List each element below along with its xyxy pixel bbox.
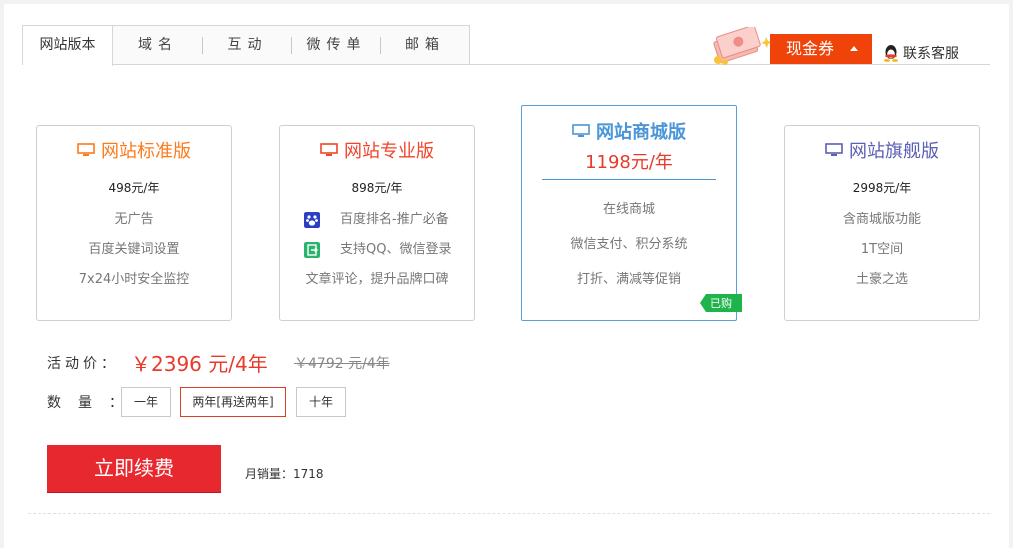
tab-label: 互动 (227, 37, 268, 53)
plan-card-professional[interactable]: 网站专业版 898元/年 百度排名-推广必备 支持QQ、微信登录 文章评论，提升… (279, 125, 475, 321)
plan-price: 1198元/年 (585, 152, 673, 173)
login-icon (304, 242, 320, 258)
coupon-money-icon (713, 27, 772, 65)
plan-card-flagship[interactable]: 网站旗舰版 2998元/年 含商城版功能 1T空间 土豪之选 (784, 125, 980, 321)
plan-feature: 无广告 (114, 212, 154, 227)
plan-card-standard[interactable]: 网站标准版 498元/年 无广告 百度关键词设置 7x24小时安全监控 (36, 125, 232, 321)
plan-feature: 百度排名-推广必备 (280, 205, 474, 235)
coupon-label: 现金券 (786, 39, 835, 58)
tab-label: 微传单 (306, 37, 367, 53)
quantity-option-two-years[interactable]: 两年[再送两年] (180, 387, 286, 417)
tab-label: 域名 (138, 37, 178, 53)
contact-support-link[interactable]: 联系客服 (883, 43, 959, 63)
computer-icon (320, 143, 338, 156)
plan-feature: 百度关键词设置 (88, 242, 180, 257)
computer-icon (825, 143, 843, 156)
plan-price: 498元/年 (108, 181, 160, 195)
plan-feature: 含商城版功能 (842, 212, 921, 227)
baidu-paw-icon (304, 212, 320, 228)
quantity-option-one-year[interactable]: 一年 (121, 387, 171, 417)
renew-now-button[interactable]: 立即续费 (47, 445, 221, 493)
coupon-button[interactable]: 现金券 (770, 34, 872, 64)
tab-divider (112, 64, 990, 65)
tab-bar: 网站版本 域名 互动 微传单 邮箱 (22, 25, 470, 66)
plan-feature: 文章评论，提升品牌口碑 (305, 272, 449, 287)
tab-domain[interactable]: 域名 (113, 26, 203, 64)
plan-price: 898元/年 (351, 181, 403, 195)
plan-price: 2998元/年 (852, 181, 912, 195)
original-price: ￥4792 元/4年 (294, 356, 390, 372)
tab-interaction[interactable]: 互动 (203, 26, 292, 64)
plan-card-header: 网站专业版 (280, 137, 474, 163)
plan-title: 网站旗舰版 (849, 141, 939, 162)
plan-feature: 支持QQ、微信登录 (280, 235, 474, 265)
plan-feature: 7x24小时安全监控 (78, 272, 190, 287)
monthly-sales: 月销量：1718 (245, 467, 324, 481)
activity-price: ￥2396 元/4年 (131, 352, 268, 376)
computer-icon (572, 124, 590, 137)
plan-card-header: 网站标准版 (37, 137, 231, 163)
tab-email[interactable]: 邮箱 (381, 26, 469, 64)
divider (28, 513, 990, 514)
plan-feature: 土豪之选 (855, 272, 908, 287)
computer-icon (77, 143, 95, 156)
divider (542, 179, 716, 180)
plan-title: 网站商城版 (596, 122, 686, 143)
tab-website-version[interactable]: 网站版本 (23, 26, 113, 66)
activity-price-label: 活动价： (47, 356, 119, 372)
plan-feature: 打折、满减等促销 (576, 272, 681, 287)
plan-feature: 1T空间 (860, 242, 904, 257)
plan-feature-text: 支持QQ、微信登录 (340, 242, 452, 257)
quantity-option-ten-years[interactable]: 十年 (296, 387, 346, 417)
contact-label: 联系客服 (903, 46, 959, 62)
purchased-badge: 已购 (700, 294, 742, 312)
plan-title: 网站标准版 (101, 141, 191, 162)
plan-feature: 在线商城 (602, 202, 655, 217)
qq-penguin-icon (884, 45, 898, 62)
plan-title: 网站专业版 (344, 141, 434, 162)
plan-feature: 微信支付、积分系统 (570, 237, 688, 252)
plan-feature-text: 百度排名-推广必备 (340, 212, 449, 227)
plan-card-header: 网站旗舰版 (785, 137, 979, 163)
caret-up-icon (850, 46, 858, 51)
plan-card-mall[interactable]: 网站商城版 1198元/年 在线商城 微信支付、积分系统 打折、满减等促销 (521, 105, 737, 321)
plan-card-header: 网站商城版 (522, 118, 736, 144)
tab-flyer[interactable]: 微传单 (292, 26, 381, 64)
badge-label: 已购 (710, 297, 732, 310)
